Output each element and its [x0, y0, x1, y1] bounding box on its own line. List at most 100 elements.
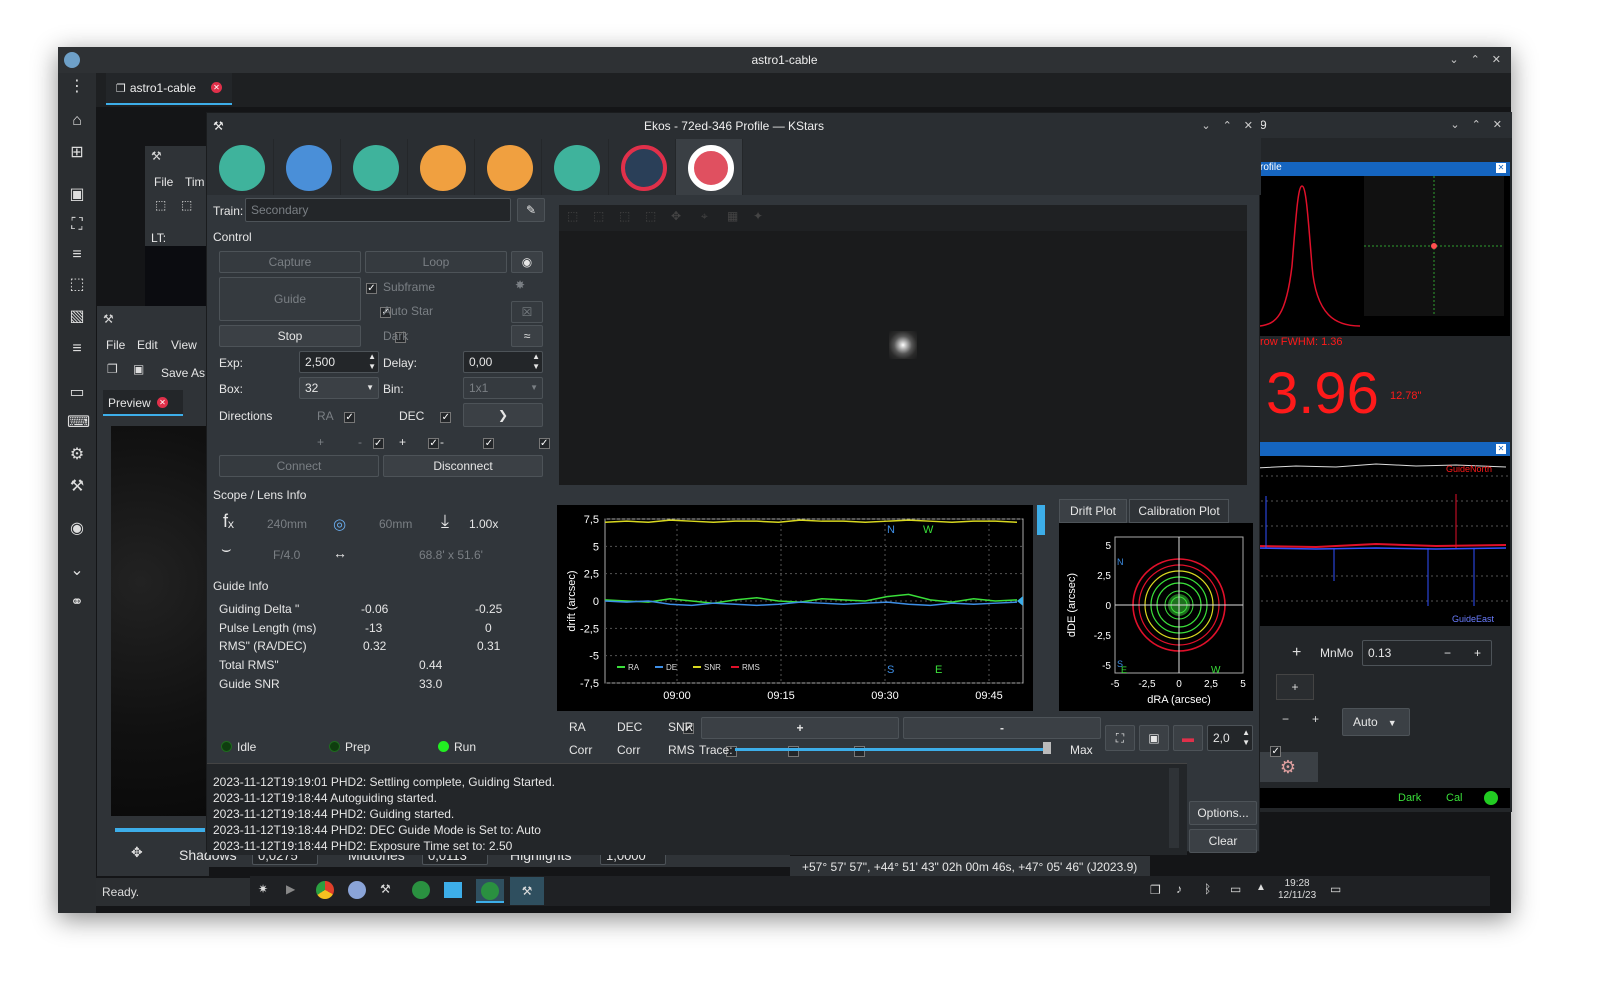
home-icon[interactable]: ⌂ [67, 111, 87, 131]
menu-icon[interactable]: ≡ [67, 339, 87, 359]
maximize-icon[interactable]: ⌃ [1471, 47, 1480, 73]
maximize-icon[interactable]: ⌃ [1223, 113, 1232, 139]
crosshair-icon[interactable]: ⌖ [701, 209, 708, 224]
disconnect-button[interactable]: Disconnect [383, 455, 543, 477]
show-image-button[interactable]: ◉ [511, 251, 543, 273]
spin-icon[interactable]: ▲ ▼ [532, 352, 540, 372]
save-as-button[interactable]: Save As. [161, 366, 208, 380]
keyboard-icon[interactable]: ⌨ [67, 413, 90, 433]
show-desktop-icon[interactable]: ▭ [1330, 882, 1341, 896]
dec-plus-checkbox[interactable]: ✓ [483, 438, 495, 450]
tray-expand-icon[interactable]: ▲ [1256, 882, 1266, 893]
clear-graph-button[interactable]: ▬ [1173, 725, 1203, 751]
stop-button[interactable]: Stop [219, 325, 361, 347]
sky-map[interactable] [145, 246, 207, 312]
menu-view[interactable]: View [171, 338, 197, 352]
zoom-icon[interactable]: ⬚ [181, 198, 192, 212]
tab-astro1-cable[interactable]: ❐ astro1-cable ✕ [106, 73, 232, 105]
clipboard-icon[interactable]: ❐ [1150, 883, 1161, 897]
exp-input[interactable]: 2,500 ▲ ▼ [299, 351, 379, 373]
trace-slider[interactable] [735, 748, 1047, 751]
align-module-icon[interactable] [621, 145, 667, 191]
stars-icon[interactable]: ✦ [753, 209, 763, 223]
minimize-icon[interactable]: ⌄ [1201, 113, 1210, 139]
focus-module-icon[interactable] [487, 145, 533, 191]
log-scrollbar[interactable] [1169, 768, 1179, 848]
menu-edit[interactable]: Edit [137, 338, 158, 352]
graph-scrollbar[interactable] [1037, 505, 1045, 535]
spin-icon[interactable]: ▲ ▼ [1242, 728, 1250, 748]
brain-icon[interactable]: ⚙ [1258, 752, 1318, 782]
default-zoom-icon[interactable]: ⬚ [619, 209, 630, 223]
camera-icon[interactable]: ◉ [67, 519, 87, 539]
pan-icon[interactable]: ✥ [131, 844, 143, 861]
options-button[interactable]: Options... [1189, 801, 1257, 825]
train-select[interactable]: Secondary [245, 198, 511, 222]
log-panel[interactable]: 2023-11-12T19:19:01 PHD2: Settling compl… [207, 763, 1187, 855]
fullscreen-icon[interactable]: ⛶ [67, 215, 87, 235]
manual-pulse-button[interactable]: ❯ [463, 403, 543, 427]
chrome-icon[interactable] [316, 881, 334, 899]
close-icon[interactable]: ✕ [1244, 113, 1253, 139]
bluetooth-icon[interactable]: ᛒ [1204, 882, 1211, 896]
minus-icon[interactable]: − [1282, 712, 1289, 726]
window-icon[interactable]: ▭ [67, 383, 87, 403]
terminal-icon[interactable]: ▶ [286, 882, 295, 896]
clear-log-button[interactable]: Clear [1189, 829, 1257, 853]
minimize-icon[interactable]: ⌄ [1449, 47, 1458, 73]
zoom-in-icon[interactable]: ⬚ [567, 209, 578, 223]
trace-slider-handle[interactable] [1043, 742, 1051, 754]
setup-module-icon[interactable] [219, 145, 265, 191]
tab-preview[interactable]: Preview ✕ [103, 390, 183, 416]
fit-screen-icon[interactable]: ▣ [67, 185, 87, 205]
zoom-in-graph-button[interactable]: + [701, 717, 899, 739]
ra-checkbox[interactable]: ✓ [344, 412, 356, 424]
menu-file[interactable]: File [154, 175, 173, 189]
analyze-module-icon[interactable] [353, 145, 399, 191]
autoscale-button[interactable]: ⛶ [1105, 725, 1135, 751]
shrink-icon[interactable]: ⬚ [67, 275, 87, 295]
launcher-icon[interactable]: ✷ [258, 882, 268, 896]
zoom-slider[interactable] [115, 828, 205, 832]
auto-dropdown[interactable]: Auto ▼ [1342, 708, 1410, 736]
plus-icon[interactable]: + [1474, 641, 1481, 665]
loop-button[interactable]: Loop [365, 251, 507, 273]
pan-icon[interactable]: ✥ [671, 209, 681, 223]
max-checkbox[interactable]: ✓ [1270, 746, 1282, 758]
guide-button[interactable]: Guide [219, 277, 361, 321]
dec-checkbox[interactable]: ✓ [440, 412, 452, 424]
menu-time[interactable]: Tim [185, 175, 205, 189]
chevron-down-icon[interactable]: ⌄ [67, 561, 87, 581]
maximize-icon[interactable]: ⌃ [1472, 118, 1481, 131]
kstars-task-item[interactable]: ⚒ [510, 877, 544, 905]
list-icon[interactable]: ≡ [67, 245, 87, 265]
clock[interactable]: 19:28 12/11/23 [1278, 878, 1316, 902]
zoom-out-graph-button[interactable]: - [903, 717, 1101, 739]
expand-icon[interactable]: ▧ [67, 307, 87, 327]
app-icon[interactable] [348, 881, 366, 899]
close-icon[interactable]: ✕ [1496, 444, 1506, 454]
tab-drift-plot[interactable]: Drift Plot [1059, 499, 1127, 523]
delay-input[interactable]: 0,00 ▲ ▼ [463, 351, 543, 373]
mnmo-input[interactable]: 0.13 − + [1362, 640, 1492, 666]
open-icon[interactable]: ❐ [107, 362, 118, 376]
tab-close-icon[interactable]: ✕ [211, 82, 222, 93]
wrench-icon[interactable]: ⚒ [67, 477, 87, 497]
new-tab-icon[interactable]: ⊞ [67, 143, 87, 163]
plus-icon[interactable]: + [1292, 644, 1301, 662]
capture-button[interactable]: Capture [219, 251, 361, 273]
box-select[interactable]: 32 ▼ [299, 377, 379, 399]
volume-icon[interactable]: ♪ [1176, 882, 1182, 896]
connect-button[interactable]: Connect [219, 455, 379, 477]
scheduler-module-icon[interactable] [286, 145, 332, 191]
add-button[interactable]: + [1276, 674, 1314, 700]
guide-module-icon[interactable] [688, 145, 734, 191]
plus-icon[interactable]: + [1312, 712, 1319, 726]
close-icon[interactable]: ✕ [1492, 47, 1501, 73]
tab-calibration-plot[interactable]: Calibration Plot [1129, 499, 1229, 523]
mount-module-icon[interactable] [554, 145, 600, 191]
guide-frame-view[interactable]: ⬚ ⬚ ⬚ ⬚ ✥ ⌖ ▦ ✦ [559, 205, 1247, 485]
fit-icon[interactable]: ⬚ [645, 209, 656, 223]
phd2-task-item[interactable] [476, 879, 504, 903]
clear-calibration-button[interactable]: ☒ [511, 301, 543, 323]
